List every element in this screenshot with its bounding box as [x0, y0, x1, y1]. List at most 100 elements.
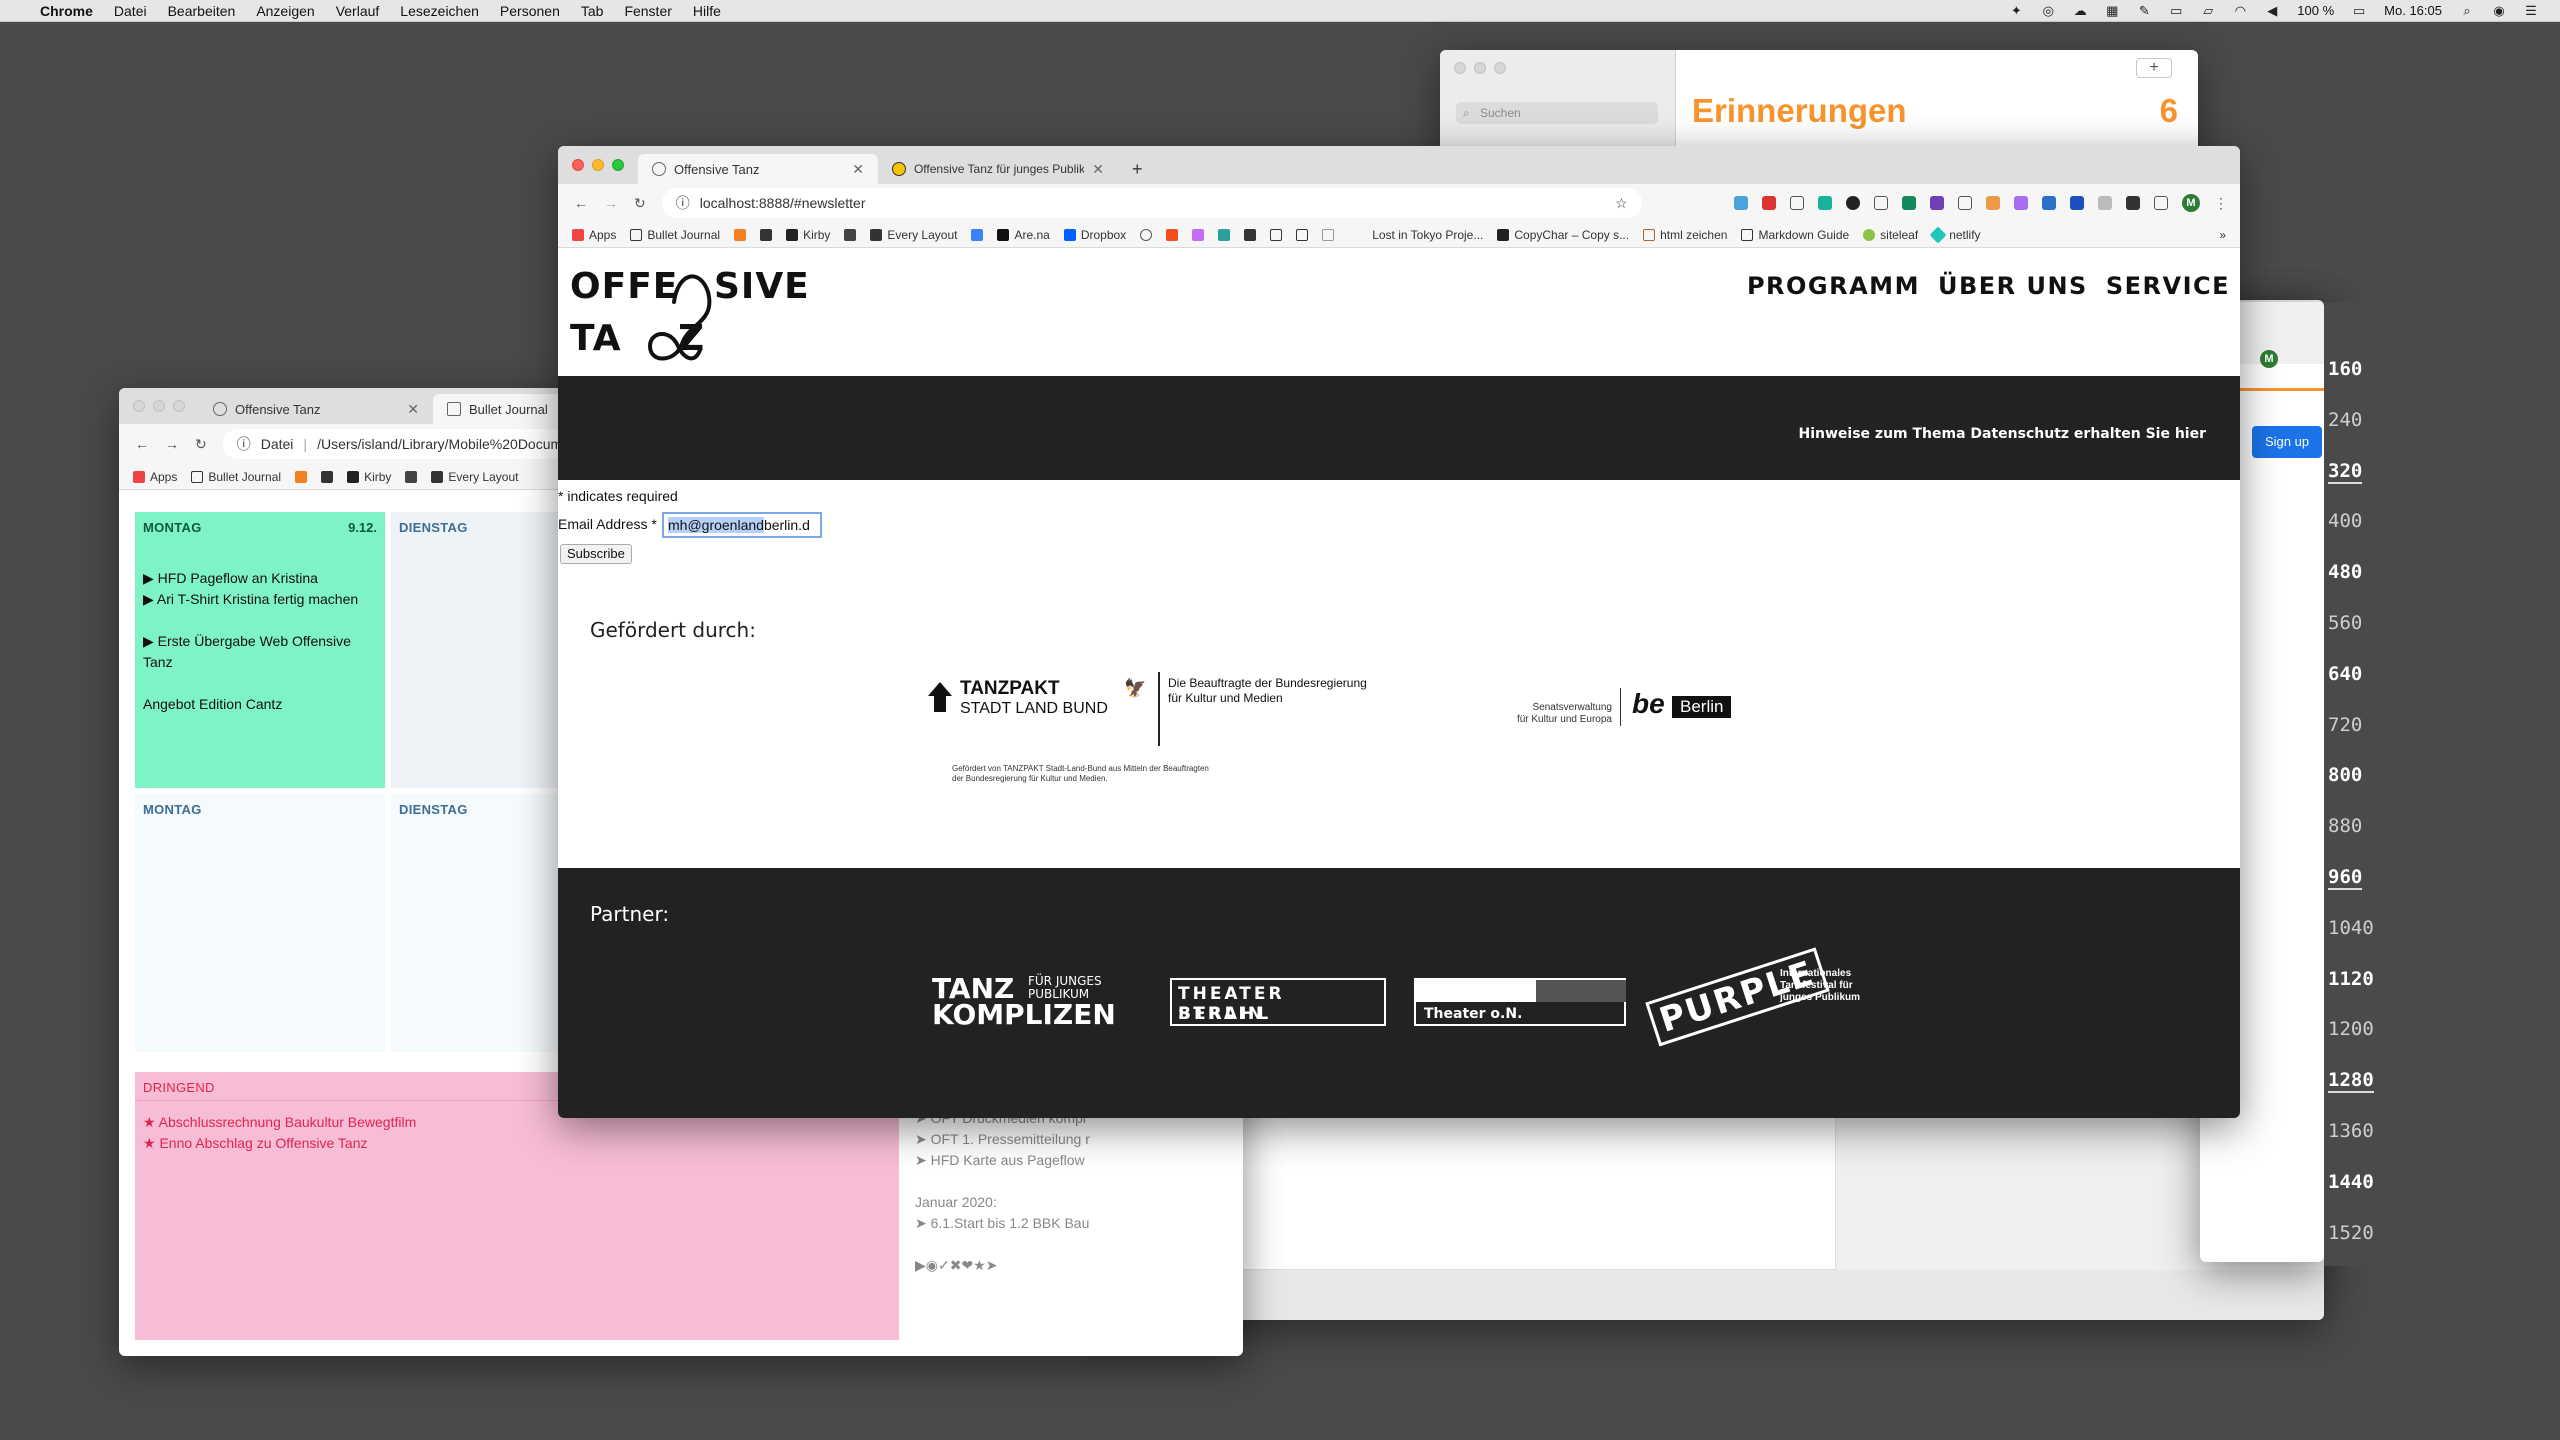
- zoom-button[interactable]: [173, 400, 185, 412]
- s-icon[interactable]: [1930, 196, 1944, 210]
- partner-theater-on[interactable]: Theater o.N.: [1414, 978, 1626, 1026]
- volume-icon[interactable]: ◀: [2265, 3, 2279, 18]
- minimize-button[interactable]: [592, 159, 604, 171]
- senat-logo[interactable]: Senatsverwaltung für Kultur und Europa: [1508, 702, 1612, 726]
- privacy-link[interactable]: Hinweise zum Thema Datenschutz erhalten …: [1799, 426, 2206, 442]
- bookmark-teal[interactable]: [1218, 228, 1231, 241]
- grid-icon[interactable]: ▦: [2105, 3, 2119, 18]
- menu-fenster[interactable]: Fenster: [624, 3, 671, 19]
- bookmark-siteleaf[interactable]: siteleaf: [1863, 228, 1918, 242]
- bookmark-codepen[interactable]: [321, 470, 334, 483]
- bookmark-html-zeichen[interactable]: html zeichen: [1643, 228, 1727, 242]
- reminders-search-input[interactable]: ⌕ Suchen: [1456, 102, 1658, 124]
- day-card-monday[interactable]: MONTAG 9.12. ▶ HFD Pageflow an Kristina …: [135, 512, 385, 788]
- nav-service[interactable]: SERVICE: [2106, 272, 2230, 300]
- bookmark-kirby[interactable]: Kirby: [347, 470, 391, 484]
- crop-icon[interactable]: [1874, 196, 1888, 210]
- close-button[interactable]: [572, 159, 584, 171]
- bookmark-lines[interactable]: [1270, 228, 1283, 241]
- wifi-icon[interactable]: ◠: [2233, 3, 2247, 18]
- menu-tab[interactable]: Tab: [581, 3, 604, 19]
- bookmark-apps[interactable]: Apps: [133, 470, 177, 484]
- bookmark-every-layout[interactable]: Every Layout: [431, 470, 518, 484]
- forward-icon[interactable]: →: [165, 436, 179, 452]
- display-icon[interactable]: ▭: [2169, 3, 2183, 18]
- back-icon[interactable]: ←: [574, 195, 588, 211]
- task-item[interactable]: ▶ Erste Übergabe Web Offensive Tanz: [143, 631, 377, 673]
- minimize-button[interactable]: [1474, 62, 1486, 74]
- profile-avatar[interactable]: M: [2182, 194, 2200, 212]
- menu-verlauf[interactable]: Verlauf: [336, 3, 380, 19]
- adblock-icon[interactable]: [1762, 196, 1776, 210]
- day-card-tuesday-next[interactable]: DIENSTAG: [391, 794, 571, 1052]
- bookmark-lost-in-tokyo[interactable]: Lost in Tokyo Proje...: [1372, 228, 1483, 242]
- more-bookmarks-icon[interactable]: »: [2219, 228, 2240, 242]
- task-item[interactable]: ▶ Ari T-Shirt Kristina fertig machen: [143, 589, 377, 610]
- day-card-tuesday[interactable]: DIENSTAG: [391, 512, 571, 788]
- close-tab-icon[interactable]: ✕: [1092, 161, 1104, 178]
- doc-icon[interactable]: [2098, 196, 2112, 210]
- table-icon[interactable]: [1958, 196, 1972, 210]
- urgent-task-item[interactable]: ★ Enno Abschlag zu Offensive Tanz: [143, 1133, 891, 1154]
- day-card-monday-next[interactable]: MONTAG: [135, 794, 385, 1052]
- bookmark-figma[interactable]: [1166, 228, 1179, 241]
- bookmark-cube[interactable]: [844, 228, 857, 241]
- nav-ueber-uns[interactable]: ÜBER UNS: [1938, 272, 2088, 300]
- target-icon[interactable]: ◎: [2041, 3, 2055, 18]
- site-logo[interactable]: OFFE SIVE TA Z: [570, 262, 810, 366]
- zoom-button[interactable]: [1494, 62, 1506, 74]
- dropbox-icon[interactable]: ✦: [2009, 3, 2023, 18]
- flag-icon[interactable]: [1902, 196, 1916, 210]
- tab-offensive-tanz[interactable]: Offensive Tanz ✕: [199, 394, 433, 424]
- tab-offensive-tanz-festival[interactable]: Offensive Tanz für junges Publik ✕: [878, 154, 1118, 184]
- bookmark-blocks[interactable]: [1244, 228, 1257, 241]
- address-bar[interactable]: ⓘ localhost:8888/#newsletter ☆: [661, 188, 1642, 218]
- note-item[interactable]: ➤ 6.1.Start bis 1.2 BBK Bau: [915, 1213, 1090, 1234]
- close-button[interactable]: [133, 400, 145, 412]
- bookmark-25[interactable]: [1296, 228, 1309, 241]
- menu-bearbeiten[interactable]: Bearbeiten: [168, 3, 236, 19]
- bookmark-star-icon[interactable]: ☆: [1615, 195, 1628, 212]
- be-berlin-logo[interactable]: be: [1632, 688, 1665, 720]
- bkm-logo[interactable]: Die Beauftragte der Bundesregierung für …: [1168, 676, 1367, 706]
- bookmark-x[interactable]: [295, 470, 308, 483]
- grid-icon[interactable]: [2154, 196, 2168, 210]
- close-tab-icon[interactable]: ✕: [407, 401, 419, 418]
- spotlight-icon[interactable]: ⌕: [2460, 3, 2474, 18]
- sign-up-button[interactable]: Sign up: [2252, 426, 2322, 458]
- tab-offensive-tanz[interactable]: Offensive Tanz ✕: [638, 154, 878, 184]
- bookmark-bullet-journal[interactable]: Bullet Journal: [630, 228, 720, 242]
- menu-app-name[interactable]: Chrome: [40, 3, 93, 19]
- menu-lesezeichen[interactable]: Lesezeichen: [400, 3, 479, 19]
- back-icon[interactable]: ←: [135, 436, 149, 452]
- bookmark-copychar[interactable]: CopyChar – Copy s...: [1497, 228, 1629, 242]
- airplay-icon[interactable]: ▱: [2201, 3, 2215, 18]
- menu-personen[interactable]: Personen: [500, 3, 560, 19]
- profile-avatar[interactable]: M: [2260, 350, 2278, 368]
- task-item[interactable]: Angebot Edition Cantz: [143, 694, 377, 715]
- bookmark-bullet-journal[interactable]: Bullet Journal: [191, 470, 281, 484]
- paint-icon[interactable]: [2014, 196, 2028, 210]
- eye-icon[interactable]: [1846, 196, 1860, 210]
- tanzpakt-logo[interactable]: TANZPAKT: [960, 678, 1060, 700]
- image-icon[interactable]: [2042, 196, 2056, 210]
- bookmark-e[interactable]: [1140, 228, 1153, 241]
- menu-kebab-icon[interactable]: ⋮: [2214, 195, 2228, 212]
- bookmark-palette[interactable]: [1192, 228, 1205, 241]
- menu-datei[interactable]: Datei: [114, 3, 147, 19]
- add-reminder-button[interactable]: +: [2136, 58, 2172, 78]
- bookmark-codepen[interactable]: [760, 228, 773, 241]
- rect-icon[interactable]: [2070, 196, 2084, 210]
- new-tab-button[interactable]: +: [1118, 154, 1157, 184]
- email-field[interactable]: mh@groenlandberlin.d: [662, 512, 822, 538]
- bookmark-arena[interactable]: Are.na: [997, 228, 1050, 242]
- subscribe-button[interactable]: Subscribe: [560, 544, 632, 564]
- bookmark-kirby[interactable]: Kirby: [786, 228, 830, 242]
- battery-icon[interactable]: ▭: [2352, 3, 2366, 18]
- pencil-icon[interactable]: [1986, 196, 2000, 210]
- bookmark-x[interactable]: [734, 228, 747, 241]
- bookmark-every-layout[interactable]: Every Layout: [870, 228, 957, 242]
- reload-icon[interactable]: ↻: [634, 195, 646, 212]
- bookmark-cube[interactable]: [405, 470, 418, 483]
- bookmark-apps[interactable]: Apps: [572, 228, 616, 242]
